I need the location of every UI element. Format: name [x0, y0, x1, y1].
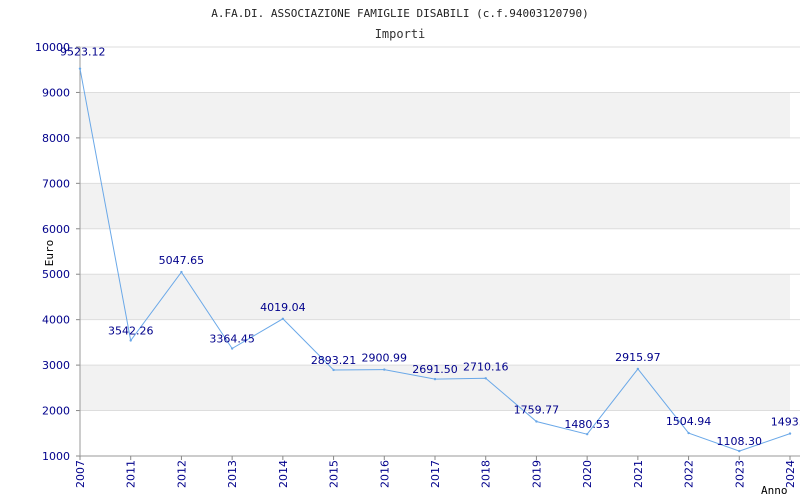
data-point [281, 317, 285, 321]
x-tick-labels: 2007 2011 2012 2013 2014 2015 2016 2017 2018 2019… [74, 460, 797, 488]
data-point [332, 368, 335, 372]
data-label: 2915.97 [615, 351, 661, 364]
x-tick-label: 2018 [480, 460, 493, 488]
x-tick-label: 2016 [378, 460, 391, 488]
y-tick-label: 1000 [42, 450, 70, 463]
data-point [636, 367, 640, 371]
data-label: 1493.5 [771, 416, 800, 429]
x-axis-label: Anno [761, 484, 788, 497]
x-tick-label: 2021 [632, 460, 645, 488]
y-tick-label: 5000 [42, 268, 70, 281]
line-chart: 1000200030004000500060007000800090001000… [35, 7, 800, 497]
x-tick-label: 2011 [125, 460, 138, 488]
y-tick-label: 2000 [42, 405, 70, 418]
data-point [535, 420, 538, 423]
data-point [687, 431, 690, 435]
y-tick-label: 8000 [42, 132, 70, 145]
data-point [180, 270, 183, 274]
data-label: 1108.30 [717, 435, 763, 448]
data-point [78, 67, 82, 70]
data-label: 2710.16 [463, 360, 509, 373]
data-label: 2900.99 [362, 352, 408, 365]
y-tick-label: 9000 [42, 86, 70, 99]
chart-title: A.FA.DI. ASSOCIAZIONE FAMIGLIE DISABILI … [211, 7, 589, 20]
data-point [383, 368, 386, 371]
data-point [230, 347, 234, 350]
data-label: 2691.50 [412, 363, 458, 376]
y-axis-label: Euro [43, 240, 56, 267]
chart-container: 1000 2000 3000 4000 5000 6000 7000 8000 9000 1000… [0, 0, 800, 500]
x-tick-label: 2015 [328, 460, 341, 488]
x-tick-label: 2019 [530, 460, 543, 488]
x-tick-label: 2013 [226, 460, 239, 488]
x-tick-label: 2014 [277, 460, 290, 488]
y-tick-label: 7000 [42, 177, 70, 190]
data-point [738, 449, 741, 453]
chart-subtitle: Importi [375, 27, 426, 41]
data-label: 9523.12 [60, 46, 106, 59]
data-label: 3364.45 [209, 333, 255, 346]
x-tick-label: 2012 [175, 460, 188, 488]
data-label: 4019.04 [260, 301, 306, 314]
grid-band [80, 274, 790, 320]
grid-band [80, 183, 790, 229]
x-tick-label: 2022 [683, 460, 696, 488]
x-tick-label: 2017 [429, 460, 442, 488]
data-point [129, 339, 132, 342]
data-point [585, 432, 589, 436]
data-label: 2893.21 [311, 354, 357, 367]
data-label: 1480.53 [564, 418, 610, 431]
grid-band [80, 92, 790, 138]
data-point [788, 432, 792, 435]
y-tick-label: 6000 [42, 223, 70, 236]
data-point [433, 377, 437, 381]
data-label: 1759.77 [514, 403, 560, 416]
data-label: 5047.65 [159, 254, 205, 267]
x-tick-label: 2007 [74, 460, 87, 488]
y-tick-label: 3000 [42, 359, 70, 372]
x-tick-label: 2020 [581, 460, 594, 488]
x-tick-label: 2023 [733, 460, 746, 488]
data-label: 1504.94 [666, 415, 712, 428]
data-label: 3542.26 [108, 324, 154, 337]
data-point [484, 377, 487, 380]
y-tick-label: 4000 [42, 314, 70, 327]
